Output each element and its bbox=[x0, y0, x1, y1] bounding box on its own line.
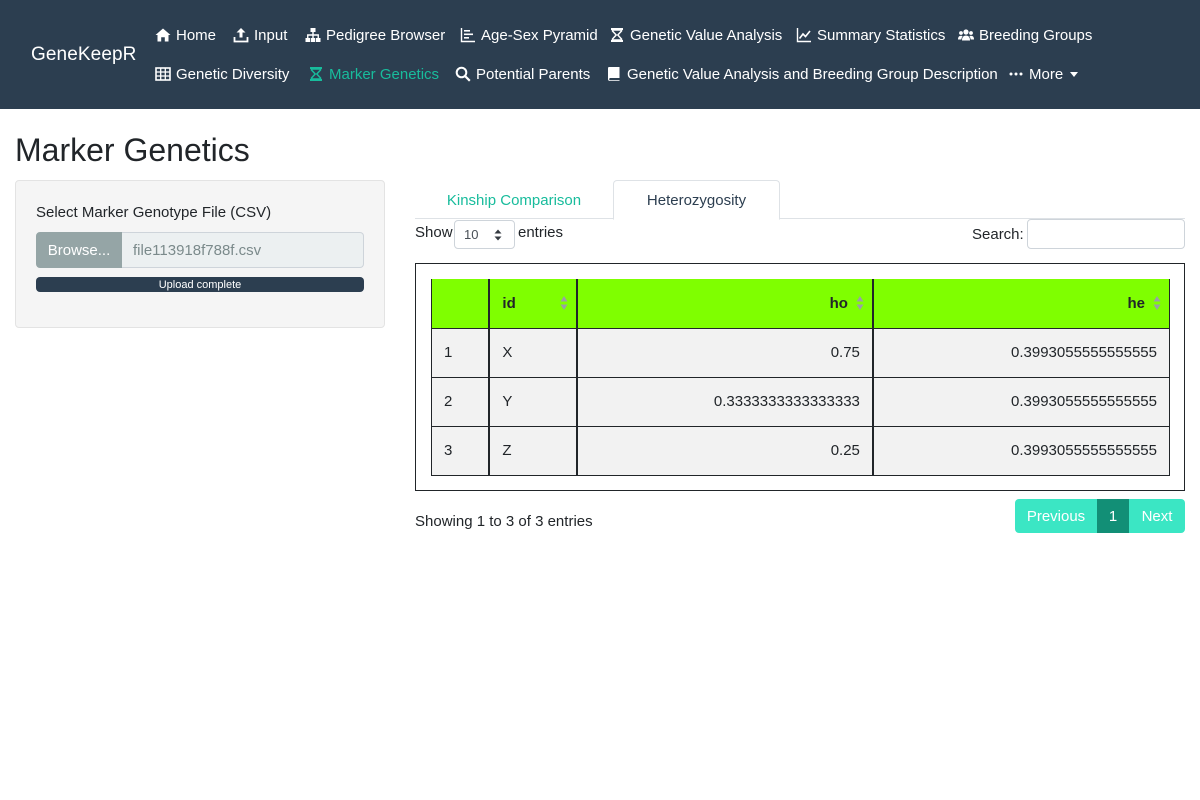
upload-icon bbox=[232, 27, 249, 43]
book-icon bbox=[605, 66, 622, 82]
nav-genetic-diversity-label: Genetic Diversity bbox=[176, 65, 290, 83]
table-info: Showing 1 to 3 of 3 entries bbox=[415, 513, 593, 530]
nav-age-sex-pyramid[interactable]: Age-Sex Pyramid bbox=[459, 23, 598, 47]
column-header-ho[interactable]: ho bbox=[576, 279, 874, 329]
column-header-id-label: id bbox=[502, 294, 516, 312]
chevron-down-icon bbox=[1070, 71, 1079, 77]
sort-icon bbox=[1153, 295, 1161, 311]
nav-age-sex-pyramid-label: Age-Sex Pyramid bbox=[481, 26, 598, 44]
show-entries-label: Show bbox=[415, 224, 453, 241]
nav-pedigree-browser[interactable]: Pedigree Browser bbox=[304, 23, 445, 47]
nav-breeding-groups[interactable]: Breeding Groups bbox=[957, 23, 1092, 47]
nav-potential-parents[interactable]: Potential Parents bbox=[454, 62, 590, 86]
line-chart-icon bbox=[795, 27, 812, 43]
select-updown-icon bbox=[494, 229, 502, 241]
table-row[interactable]: 2 Y 0.3333333333333333 0.399305555555555… bbox=[431, 376, 1170, 427]
browse-button[interactable]: Browse... bbox=[36, 232, 122, 268]
ellipsis-icon bbox=[1007, 66, 1024, 82]
sitemap-icon bbox=[304, 27, 321, 43]
pagination: Previous 1 Next bbox=[1015, 499, 1185, 533]
cell-he: 0.3993055555555555 bbox=[872, 425, 1170, 476]
page-1-button[interactable]: 1 bbox=[1097, 499, 1129, 533]
cell-he: 0.3993055555555555 bbox=[872, 327, 1170, 378]
nav-potential-parents-label: Potential Parents bbox=[476, 65, 591, 83]
column-header-he[interactable]: he bbox=[872, 279, 1170, 329]
sort-icon bbox=[560, 295, 568, 311]
tab-kinship-comparison[interactable]: Kinship Comparison bbox=[415, 180, 613, 220]
table-header-row: id ho he bbox=[431, 279, 1170, 329]
table-row[interactable]: 3 Z 0.25 0.3993055555555555 bbox=[431, 425, 1170, 476]
nav-input-label: Input bbox=[254, 26, 288, 44]
home-icon bbox=[154, 27, 171, 43]
nav-pedigree-browser-label: Pedigree Browser bbox=[326, 26, 446, 44]
previous-page-button[interactable]: Previous bbox=[1015, 499, 1097, 533]
nav-marker-genetics-label: Marker Genetics bbox=[329, 65, 440, 83]
nav-input[interactable]: Input bbox=[232, 23, 287, 47]
tabset: Kinship Comparison Heterozygosity bbox=[415, 180, 1185, 220]
nav-genetic-value-analysis[interactable]: Genetic Value Analysis bbox=[608, 23, 782, 47]
cell-id: Y bbox=[488, 376, 579, 427]
page-length-value: 10 bbox=[464, 227, 479, 242]
users-icon bbox=[957, 27, 974, 43]
file-name-field[interactable]: file113918f788f.csv bbox=[122, 232, 364, 268]
nav-gva-breeding-group-description[interactable]: Genetic Value Analysis and Breeding Grou… bbox=[605, 62, 998, 86]
next-page-button[interactable]: Next bbox=[1129, 499, 1185, 533]
column-header-he-label: he bbox=[1127, 294, 1145, 312]
nav-marker-genetics[interactable]: Marker Genetics bbox=[307, 62, 439, 86]
table-icon bbox=[154, 66, 171, 82]
cell-ho: 0.75 bbox=[576, 327, 874, 378]
table-container: id ho he 1 X 0.75 0.3993055555555555 2 Y… bbox=[415, 263, 1185, 491]
search-label: Search: bbox=[972, 226, 1024, 243]
nav-more-label: More bbox=[1029, 65, 1064, 83]
nav-breeding-groups-label: Breeding Groups bbox=[979, 26, 1093, 44]
nav-genetic-diversity[interactable]: Genetic Diversity bbox=[154, 62, 289, 86]
sort-icon bbox=[856, 295, 864, 311]
cell-rownum: 1 bbox=[431, 327, 490, 378]
search-icon bbox=[454, 66, 471, 82]
entries-label: entries bbox=[518, 224, 564, 241]
column-header-id[interactable]: id bbox=[488, 279, 579, 329]
nav-genetic-value-analysis-label: Genetic Value Analysis bbox=[630, 26, 783, 44]
hourglass-icon bbox=[608, 27, 625, 43]
navbar: GeneKeepR Home Input Pedigree Browser Ag… bbox=[0, 0, 1200, 109]
nav-home[interactable]: Home bbox=[154, 23, 216, 47]
bar-chart-icon bbox=[459, 27, 476, 43]
search-input[interactable] bbox=[1027, 219, 1185, 249]
brand-title[interactable]: GeneKeepR bbox=[31, 44, 136, 66]
nav-gva-breeding-group-description-label: Genetic Value Analysis and Breeding Grou… bbox=[627, 65, 998, 83]
column-header-rownum[interactable] bbox=[431, 279, 490, 329]
sidebar-panel: Select Marker Genotype File (CSV) Browse… bbox=[15, 180, 385, 328]
page-title: Marker Genetics bbox=[15, 132, 250, 168]
cell-ho: 0.25 bbox=[576, 425, 874, 476]
nav-summary-statistics-label: Summary Statistics bbox=[817, 26, 946, 44]
nav-summary-statistics[interactable]: Summary Statistics bbox=[795, 23, 945, 47]
file-input-label: Select Marker Genotype File (CSV) bbox=[36, 204, 272, 221]
tab-heterozygosity[interactable]: Heterozygosity bbox=[613, 180, 780, 220]
cell-rownum: 3 bbox=[431, 425, 490, 476]
upload-progress-bar: Upload complete bbox=[36, 277, 364, 292]
cell-rownum: 2 bbox=[431, 376, 490, 427]
column-header-ho-label: ho bbox=[829, 294, 848, 312]
cell-ho: 0.3333333333333333 bbox=[576, 376, 874, 427]
cell-id: Z bbox=[488, 425, 579, 476]
hourglass-icon bbox=[307, 66, 324, 82]
nav-more-dropdown[interactable]: More bbox=[1007, 62, 1079, 86]
cell-id: X bbox=[488, 327, 579, 378]
nav-home-label: Home bbox=[176, 26, 217, 44]
page-length-select[interactable]: 10 bbox=[454, 220, 515, 249]
table-row[interactable]: 1 X 0.75 0.3993055555555555 bbox=[431, 327, 1170, 378]
cell-he: 0.3993055555555555 bbox=[872, 376, 1170, 427]
heterozygosity-table: id ho he 1 X 0.75 0.3993055555555555 2 Y… bbox=[431, 279, 1170, 476]
